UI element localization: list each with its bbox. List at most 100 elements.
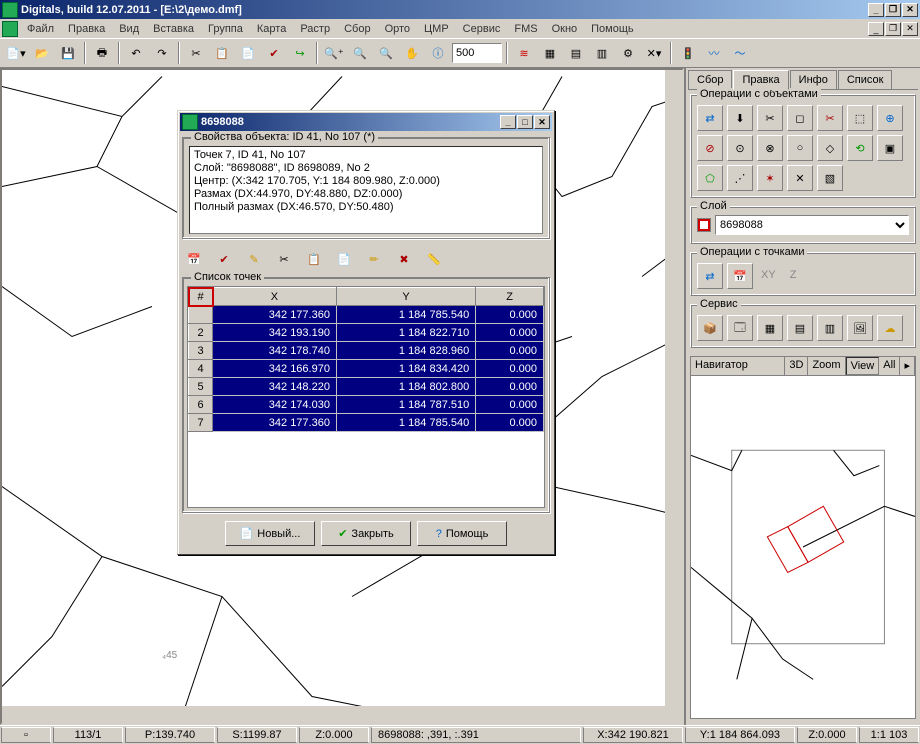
pt-calendar-icon[interactable]: 📅 [727,263,753,289]
op-nocircle-icon[interactable]: ⊘ [697,135,723,161]
nav-expand-icon[interactable]: ▸ [900,357,915,375]
canvas-vscrollbar[interactable] [665,70,682,706]
nav-tab-3d[interactable]: 3D [785,357,808,375]
grid-icon[interactable]: ▦ [538,41,562,65]
col-x[interactable]: X [213,288,337,306]
op-scissors-icon[interactable]: ✂ [757,105,783,131]
object-dialog[interactable]: 8698088 _ □ ✕ Свойства объекта: ID 41, N… [177,110,555,555]
check-icon[interactable]: ✔ [262,41,286,65]
dlg-calendar-icon[interactable]: 📅 [182,247,206,271]
table-row[interactable]: 3342 178.7401 184 828.9600.000 [189,342,544,360]
menu-map[interactable]: Карта [250,21,293,37]
op-stripes-icon[interactable]: ▧ [817,165,843,191]
redo-icon[interactable]: ↷ [150,41,174,65]
close-button[interactable]: ✕ [902,3,918,17]
settings-icon[interactable]: ⚙ [616,41,640,65]
dialog-close-button[interactable]: ✕ [534,115,550,129]
dlg-pencil-icon[interactable]: ✎ [242,247,266,271]
table-row[interactable]: 6342 174.0301 184 787.5100.000 [189,396,544,414]
tab-collect[interactable]: Сбор [688,70,732,89]
minimize-button[interactable]: _ [868,3,884,17]
zoom-in-icon[interactable]: 🔍 [348,41,372,65]
navigator-canvas[interactable] [691,376,915,718]
points-grid[interactable]: # X Y Z 342 177.3601 184 785.5400.000234… [187,286,545,508]
menu-raster[interactable]: Растр [293,21,337,37]
dlg-check-icon[interactable]: ✔ [212,247,236,271]
op-circle-icon[interactable]: ○ [787,135,813,161]
table-row[interactable]: 5342 148.2201 184 802.8000.000 [189,378,544,396]
props-text[interactable]: Точек 7, ID 41, No 107 Слой: "8698088", … [189,146,543,234]
palette-icon[interactable]: ▥ [590,41,614,65]
curve-icon[interactable]: 〜 [728,41,752,65]
pt-swap-icon[interactable]: ⇄ [697,263,723,289]
table-row[interactable]: 4342 166.9701 184 834.4200.000 [189,360,544,378]
new-button[interactable]: 📄Новый... [225,521,315,546]
menu-collect[interactable]: Сбор [337,21,377,37]
menu-dem[interactable]: ЦМР [417,21,456,37]
op-diamond-icon[interactable]: ◇ [817,135,843,161]
dlg-highlight-icon[interactable]: ✏ [362,247,386,271]
menu-help[interactable]: Помощь [584,21,641,37]
table-row[interactable]: 342 177.3601 184 785.5400.000 [189,306,544,324]
tab-edit[interactable]: Правка [733,70,788,90]
op-swap-icon[interactable]: ⇄ [697,105,723,131]
op-hatch-icon[interactable]: ⋰ [727,165,753,191]
op-cross-icon[interactable]: ✕ [787,165,813,191]
help-button[interactable]: ?Помощь [417,521,507,546]
save-icon[interactable]: 💾 [56,41,80,65]
cut-icon[interactable]: ✂ [184,41,208,65]
wave-icon[interactable]: 〰 [702,41,726,65]
undo-icon[interactable]: ↶ [124,41,148,65]
svc-grid2-icon[interactable]: ▥ [817,315,843,341]
menu-fms[interactable]: FMS [507,21,544,37]
menu-edit[interactable]: Правка [61,21,112,37]
mdi-restore-button[interactable]: ❐ [885,22,901,36]
menu-ortho[interactable]: Орто [378,21,417,37]
new-file-icon[interactable]: 📄▾ [4,41,28,65]
op-square-icon[interactable]: ◻ [787,105,813,131]
maximize-button[interactable]: ❐ [885,3,901,17]
op-rotate-icon[interactable]: ⟲ [847,135,873,161]
menu-file[interactable]: Файл [20,21,61,37]
nav-tab-all[interactable]: All [879,357,900,375]
svc-image-icon[interactable]: 🖼 [847,315,873,341]
dialog-minimize-button[interactable]: _ [500,115,516,129]
style-icon[interactable]: ▤ [564,41,588,65]
dlg-paste-icon[interactable]: 📄 [332,247,356,271]
op-down-icon[interactable]: ⬇ [727,105,753,131]
menu-view[interactable]: Вид [112,21,146,37]
nav-tab-view[interactable]: View [846,357,880,375]
info-icon[interactable]: ⓘ [426,41,450,65]
close-dialog-button[interactable]: ✔Закрыть [321,521,411,546]
op-select-icon[interactable]: ⬚ [847,105,873,131]
op-union-icon[interactable]: ⊙ [727,135,753,161]
svc-cloud-icon[interactable]: ☁ [877,315,903,341]
menu-insert[interactable]: Вставка [146,21,201,37]
delete-dropdown-icon[interactable]: ✕▾ [642,41,666,65]
op-poly-icon[interactable]: ⬠ [697,165,723,191]
mdi-minimize-button[interactable]: _ [868,22,884,36]
canvas-hscrollbar[interactable] [2,706,665,723]
menu-group[interactable]: Группа [201,21,250,37]
pan-icon[interactable]: ✋ [400,41,424,65]
menu-service[interactable]: Сервис [456,21,508,37]
dialog-maximize-button[interactable]: □ [517,115,533,129]
op-cut-icon[interactable]: ✂ [817,105,843,131]
zoom-input[interactable] [452,43,502,63]
table-row[interactable]: 2342 193.1901 184 822.7100.000 [189,324,544,342]
redo-action-icon[interactable]: ↪ [288,41,312,65]
op-compass-icon[interactable]: ⊕ [877,105,903,131]
open-file-icon[interactable]: 📂 [30,41,54,65]
dlg-copy-icon[interactable]: 📋 [302,247,326,271]
zoom-extents-icon[interactable]: 🔍⁺ [322,41,346,65]
print-icon[interactable]: 🖶 [90,41,114,65]
menu-window[interactable]: Окно [545,21,585,37]
svc-window-icon[interactable]: 🗔 [727,315,753,341]
dlg-delete-icon[interactable]: ✖ [392,247,416,271]
svc-package-icon[interactable]: 📦 [697,315,723,341]
svc-colors-icon[interactable]: ▦ [757,315,783,341]
op-box-icon[interactable]: ▣ [877,135,903,161]
col-z[interactable]: Z [476,288,544,306]
tab-info[interactable]: Инфо [790,70,837,89]
op-intersect-icon[interactable]: ⊗ [757,135,783,161]
